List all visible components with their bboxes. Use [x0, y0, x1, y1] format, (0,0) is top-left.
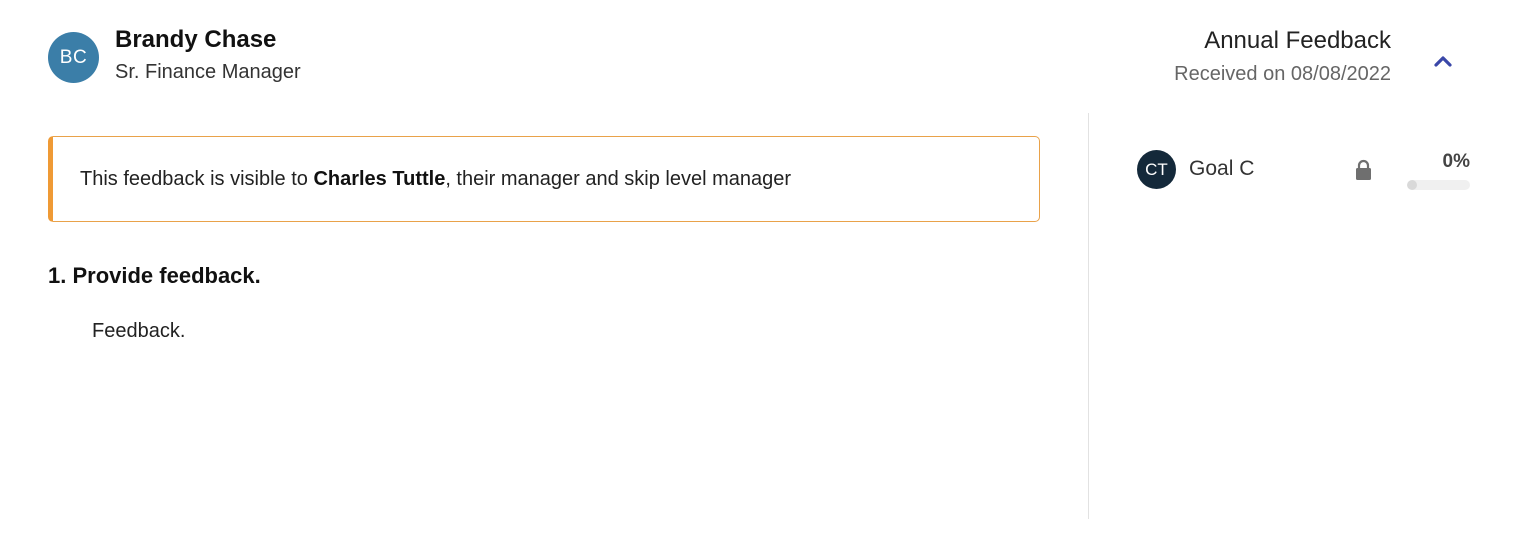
goal-avatar: CT: [1137, 150, 1176, 189]
lock-icon: [1356, 159, 1371, 180]
avatar: BC: [48, 32, 99, 83]
notice-person: Charles Tuttle: [313, 167, 446, 190]
goal-name[interactable]: Goal C: [1189, 157, 1254, 181]
goal-progress-label: 0%: [1442, 151, 1470, 172]
visibility-notice: This feedback is visible to Charles Tutt…: [48, 136, 1040, 222]
question-title: 1. Provide feedback.: [48, 263, 261, 288]
feedback-panel: BC Brandy Chase Sr. Finance Manager Annu…: [0, 0, 1526, 544]
column-divider: [1088, 113, 1089, 519]
goal-progress-bar: [1407, 180, 1470, 190]
question-answer: Feedback.: [92, 320, 186, 342]
collapse-button[interactable]: [1430, 48, 1456, 74]
feedback-header: BC Brandy Chase Sr. Finance Manager Annu…: [0, 0, 1526, 110]
notice-prefix: This feedback is visible to: [80, 167, 314, 190]
received-date: Received on 08/08/2022: [1174, 63, 1391, 85]
feedback-type: Annual Feedback: [1204, 27, 1391, 54]
goal-progress-fill: [1407, 180, 1417, 190]
person-name: Brandy Chase: [115, 26, 277, 53]
chevron-up-icon: [1434, 56, 1452, 67]
notice-suffix: , their manager and skip level manager: [445, 167, 792, 190]
person-role: Sr. Finance Manager: [115, 61, 301, 83]
